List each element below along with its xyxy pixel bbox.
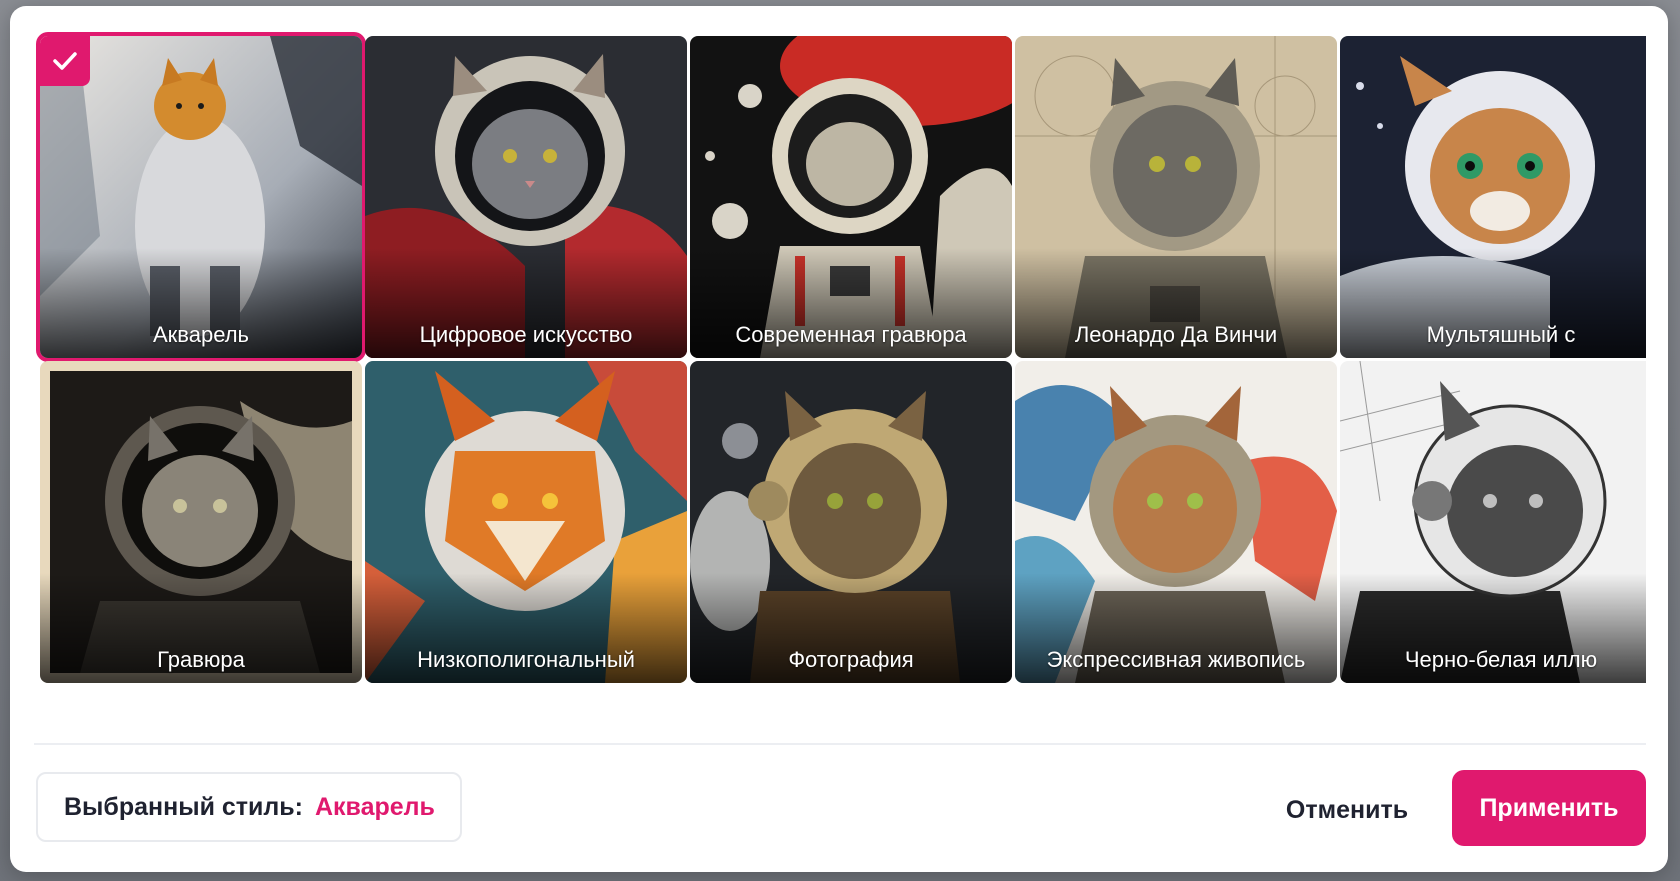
style-card-label: Мультяшный с xyxy=(1426,322,1576,347)
style-card-label: Низкополигональный xyxy=(417,647,635,672)
checkmark-icon xyxy=(53,52,77,70)
style-card-cartoon[interactable]: Мультяшный с xyxy=(1340,36,1646,358)
selected-style-indicator: Выбранный стиль: Акварель xyxy=(36,772,462,842)
style-card-label: Цифровое искусство xyxy=(419,322,633,347)
style-card-modern-engraving[interactable]: Современная гравюра xyxy=(690,36,1012,358)
style-card-label: Черно-белая иллю xyxy=(1404,647,1598,672)
style-card-label: Гравюра xyxy=(157,647,245,672)
cancel-button[interactable]: Отменить xyxy=(1272,780,1422,840)
style-card-engraving[interactable]: Гравюра xyxy=(40,361,362,683)
selected-style-caption: Выбранный стиль: xyxy=(64,792,303,821)
selected-style-value: Акварель xyxy=(314,792,435,821)
footer-divider xyxy=(34,743,1646,745)
style-card-label: Экспрессивная живопись xyxy=(1046,647,1306,672)
style-card-label: Фотография xyxy=(788,647,914,672)
style-card-photo[interactable]: Фотография xyxy=(690,361,1012,683)
style-card-label: Акварель xyxy=(152,322,249,347)
style-card-expressive-painting[interactable]: Экспрессивная живопись xyxy=(1015,361,1337,683)
style-card-low-poly[interactable]: Низкополигональный xyxy=(365,361,687,683)
style-card-label: Леонардо Да Винчи xyxy=(1074,322,1278,347)
style-card-label: Современная гравюра xyxy=(735,322,967,347)
style-picker-modal: Акварель Цифровое искусство Современная … xyxy=(10,6,1668,872)
style-card-digital-art[interactable]: Цифровое искусство xyxy=(365,36,687,358)
selected-check-badge xyxy=(40,36,90,86)
style-grid: Акварель Цифровое искусство Современная … xyxy=(10,6,1646,736)
apply-button[interactable]: Применить xyxy=(1452,770,1646,846)
style-card-watercolor[interactable]: Акварель xyxy=(36,32,366,362)
style-card-bw-illustration[interactable]: Черно-белая иллю xyxy=(1340,361,1646,683)
style-card-leonardo[interactable]: Леонардо Да Винчи xyxy=(1015,36,1337,358)
